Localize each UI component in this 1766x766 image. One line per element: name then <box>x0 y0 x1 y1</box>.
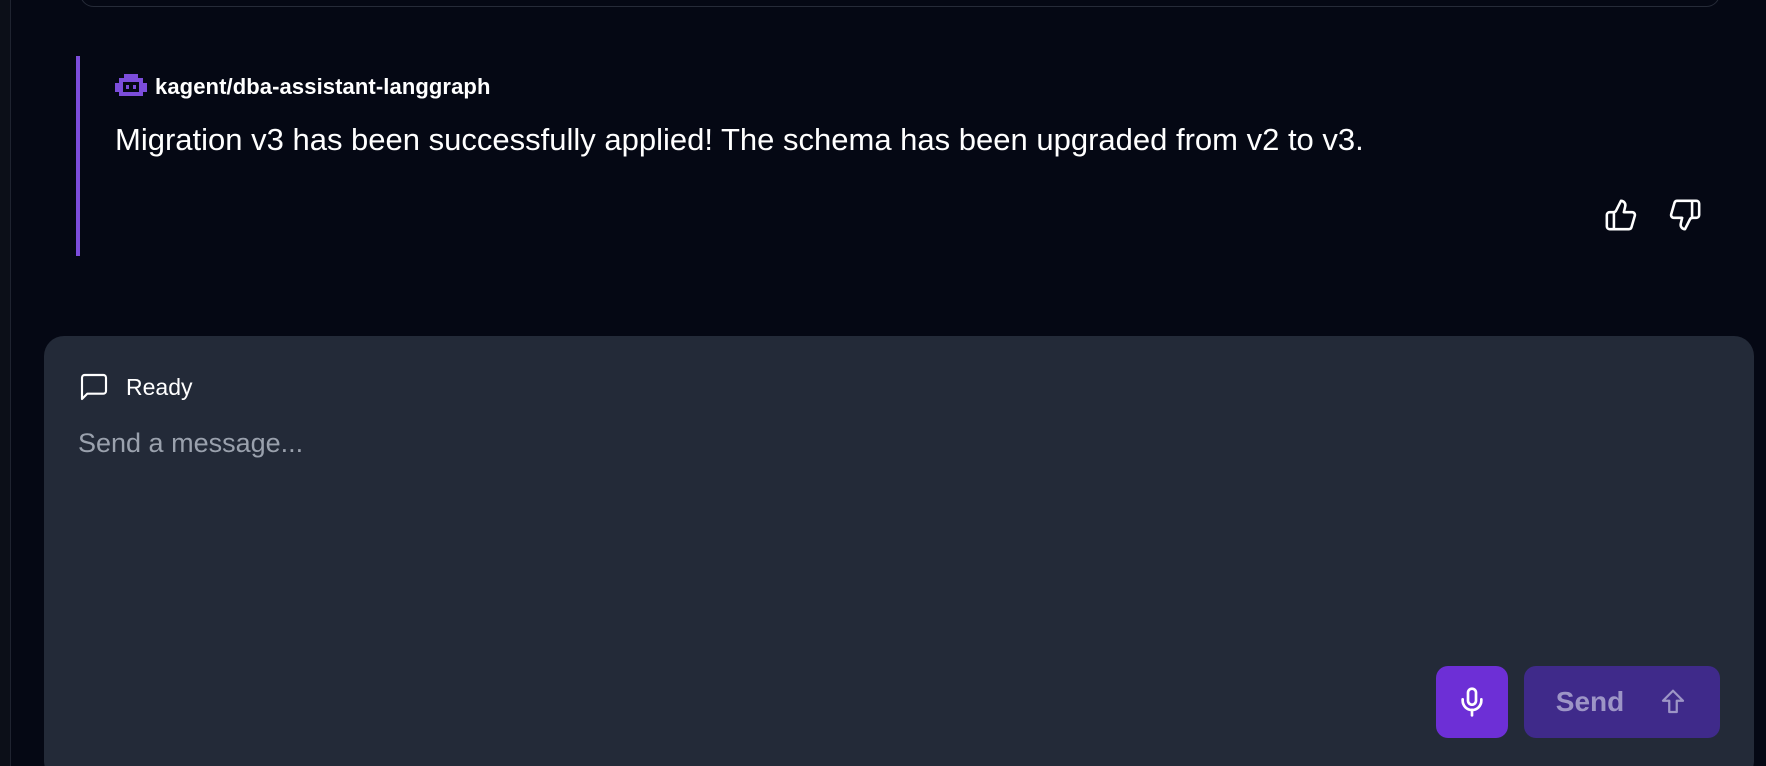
microphone-button[interactable] <box>1436 666 1508 738</box>
thumbs-up-button[interactable] <box>1602 196 1640 234</box>
sidebar-edge <box>0 0 11 766</box>
agent-name: kagent/dba-assistant-langgraph <box>155 74 491 99</box>
message-square-icon <box>80 373 108 401</box>
robot-icon <box>115 74 147 100</box>
thumbs-down-button[interactable] <box>1666 196 1704 234</box>
thumbs-down-icon <box>1669 199 1701 231</box>
send-button[interactable]: Send <box>1524 666 1720 738</box>
assistant-message: kagent/dba-assistant-langgraph Migration… <box>76 56 1704 256</box>
status-indicator: Ready <box>78 371 192 403</box>
send-label: Send <box>1555 686 1625 717</box>
feedback-buttons <box>1602 196 1704 234</box>
arrow-up-icon <box>1662 689 1685 714</box>
previous-message-card <box>80 0 1720 7</box>
microphone-icon <box>1461 687 1483 717</box>
message-header: kagent/dba-assistant-langgraph <box>115 74 491 100</box>
thumbs-up-icon <box>1605 199 1637 231</box>
chat-page: kagent/dba-assistant-langgraph Migration… <box>0 0 1766 766</box>
status-text: Ready <box>126 373 193 400</box>
message-text: Migration v3 has been successfully appli… <box>115 122 1364 157</box>
message-composer: Ready Send <box>44 336 1754 766</box>
message-input[interactable] <box>78 428 1698 628</box>
